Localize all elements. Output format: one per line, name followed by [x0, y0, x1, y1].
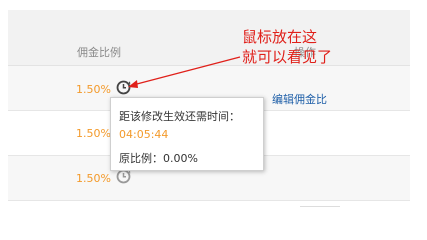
annotation-line: 就可以看见了 — [242, 48, 333, 66]
annotation-note: 鼠标放在这 就可以看见了 — [242, 27, 382, 67]
divider — [300, 206, 340, 207]
annotation-line: 鼠标放在这 — [242, 28, 318, 46]
